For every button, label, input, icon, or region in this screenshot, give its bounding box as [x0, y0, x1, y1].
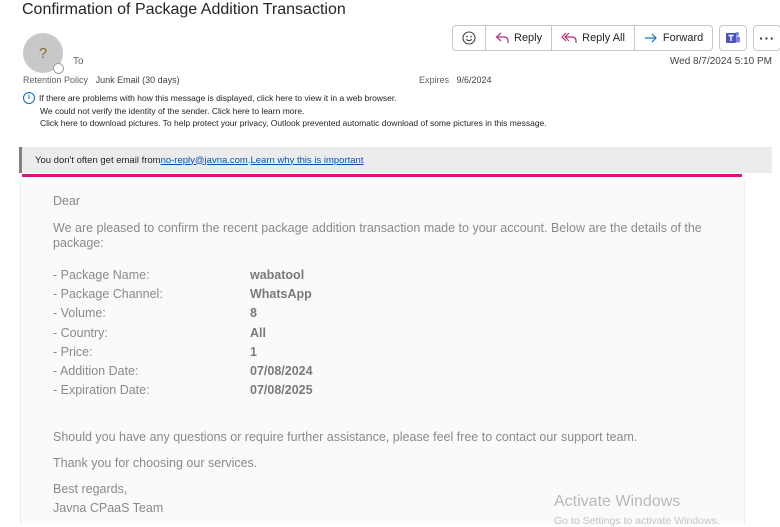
- presence-status-icon: [53, 63, 64, 74]
- activate-windows-watermark: Activate Windows: [554, 493, 681, 510]
- first-contact-banner: You don't often get email from no-reply@…: [19, 147, 772, 173]
- detail-label: - Expiration Date:: [53, 383, 150, 398]
- teams-icon: [726, 32, 741, 43]
- download-pictures-link[interactable]: Click here to download pictures. To help…: [40, 117, 547, 130]
- verify-sender-link[interactable]: We could not verify the identity of the …: [40, 105, 304, 118]
- detail-label: - Package Channel:: [53, 286, 163, 301]
- forward-label: Forward: [662, 32, 704, 44]
- view-in-browser-link[interactable]: If there are problems with how this mess…: [39, 92, 397, 105]
- learn-why-link[interactable]: Learn why this is important: [250, 155, 363, 166]
- email-subject: Confirmation of Package Addition Transac…: [22, 1, 346, 18]
- detail-value: 1: [250, 344, 257, 359]
- message-body: Dear We are pleased to confirm the recen…: [53, 194, 733, 515]
- thanks-paragraph: Thank you for choosing our services.: [53, 456, 258, 470]
- detail-label: - Country:: [53, 325, 108, 340]
- greeting: Dear: [53, 194, 81, 208]
- detail-row: - Volume: 8: [53, 304, 733, 323]
- forward-button[interactable]: Forward: [635, 26, 712, 50]
- action-button-group: Reply Reply All Forward: [452, 25, 714, 51]
- detail-label: - Package Name:: [53, 267, 150, 282]
- info-icon: i: [23, 92, 35, 105]
- accent-divider: [22, 174, 742, 177]
- retention-value: Junk Email (30 days): [95, 75, 180, 85]
- assistance-paragraph: Should you have any questions or require…: [53, 430, 638, 444]
- forward-icon: [644, 33, 657, 43]
- sender-email-link[interactable]: no-reply@javna.com: [161, 155, 248, 166]
- avatar-initial: ?: [38, 44, 48, 62]
- detail-value: All: [250, 325, 266, 340]
- signature-line: Javna CPaaS Team: [53, 501, 164, 515]
- emoji-reaction-button[interactable]: [453, 26, 486, 50]
- to-label: To: [73, 56, 84, 67]
- sent-date: Wed 8/7/2024 5:10 PM: [669, 56, 772, 67]
- more-icon: ···: [759, 30, 776, 46]
- detail-value: wabatool: [250, 267, 305, 282]
- activate-windows-subtext: Go to Settings to activate Windows.: [554, 515, 720, 527]
- detail-value: WhatsApp: [250, 286, 312, 301]
- detail-row: - Package Name: wabatool: [53, 265, 733, 284]
- retention-policy: Retention Policy Junk Email (30 days): [23, 75, 180, 85]
- banner-prefix: You don't often get email from: [35, 154, 161, 166]
- intro-paragraph: We are pleased to confirm the recent pac…: [53, 221, 702, 250]
- detail-row: - Package Channel: WhatsApp: [53, 284, 733, 303]
- smiley-icon: [462, 31, 476, 45]
- reply-all-button[interactable]: Reply All: [552, 26, 635, 50]
- reply-all-label: Reply All: [582, 32, 625, 44]
- retention-label: Retention Policy: [23, 75, 89, 85]
- expires-info: Expires 9/6/2024: [419, 75, 492, 85]
- package-details: - Package Name: wabatool - Package Chann…: [53, 265, 733, 400]
- regards-line: Best regards,: [53, 482, 128, 496]
- reply-icon: [495, 32, 509, 43]
- reply-all-icon: [561, 32, 577, 43]
- message-toolbar: Reply Reply All Forward ···: [452, 25, 780, 51]
- detail-row: - Expiration Date: 07/08/2025: [53, 381, 733, 400]
- detail-row: - Country: All: [53, 323, 733, 342]
- reply-button[interactable]: Reply: [486, 26, 553, 50]
- detail-value: 07/08/2025: [250, 383, 313, 398]
- detail-row: - Addition Date: 07/08/2024: [53, 361, 733, 380]
- detail-row: - Price: 1: [53, 342, 733, 361]
- detail-value: 8: [250, 306, 257, 321]
- more-actions-button[interactable]: ···: [753, 25, 780, 51]
- detail-label: - Addition Date:: [53, 364, 139, 379]
- detail-label: - Volume:: [53, 306, 106, 321]
- share-to-teams-button[interactable]: [719, 25, 748, 51]
- reply-label: Reply: [514, 32, 543, 44]
- expires-value: 9/6/2024: [456, 75, 492, 85]
- detail-label: - Price:: [53, 344, 93, 359]
- detail-value: 07/08/2024: [250, 364, 313, 379]
- expires-label: Expires: [419, 75, 450, 85]
- info-messages: i If there are problems with how this me…: [23, 92, 547, 130]
